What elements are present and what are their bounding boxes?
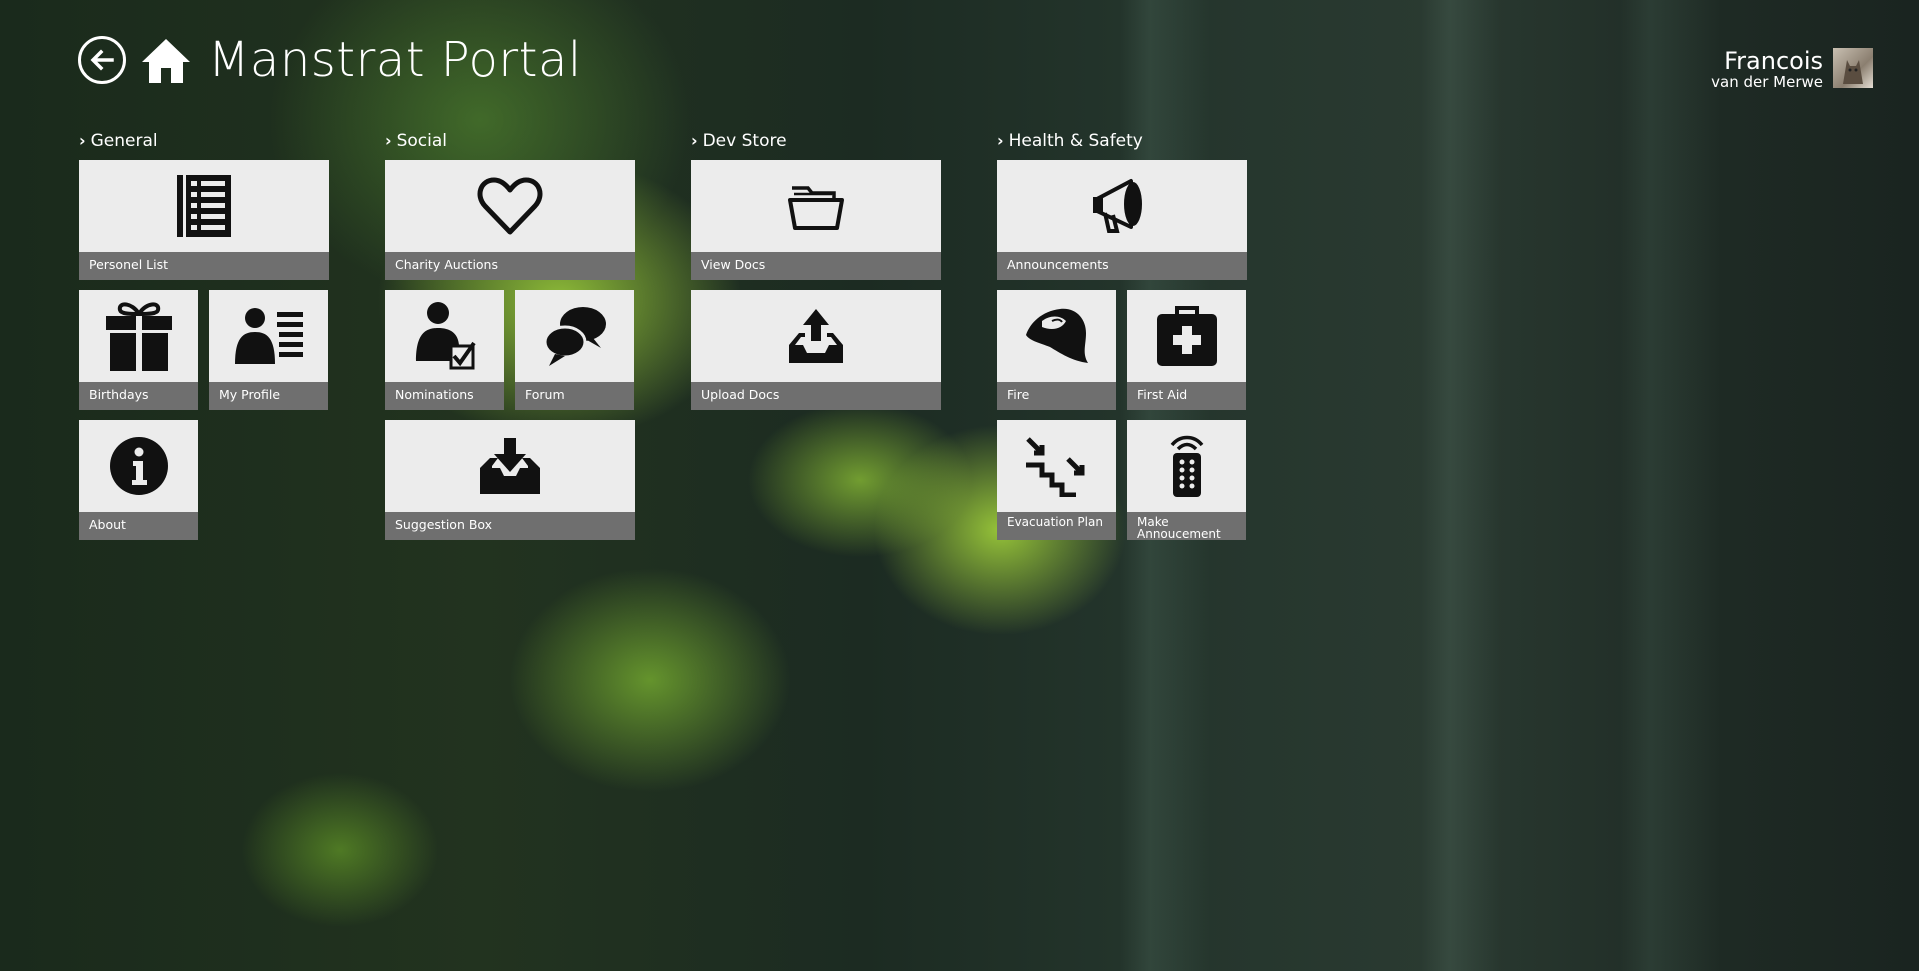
tile-label: Nominations (385, 382, 504, 410)
gift-icon (105, 302, 172, 371)
tile-birthdays[interactable]: Birthdays (79, 290, 198, 410)
tile-evacuation-plan[interactable]: Evacuation Plan (997, 420, 1116, 540)
group-header-general[interactable]: › General (79, 130, 158, 152)
user-check-icon (415, 302, 476, 370)
tile-label: Suggestion Box (385, 512, 635, 540)
info-icon (109, 437, 168, 495)
tile-label: Personel List (79, 252, 329, 280)
tile-upload-docs[interactable]: Upload Docs (691, 290, 941, 410)
tile-label: Upload Docs (691, 382, 941, 410)
group-header-health-safety[interactable]: › Health & Safety (997, 130, 1143, 152)
avatar[interactable] (1833, 48, 1873, 88)
group-title: Health & Safety (1008, 131, 1143, 151)
tile-first-aid[interactable]: First Aid (1127, 290, 1246, 410)
tile-label: Birthdays (79, 382, 198, 410)
heart-icon (477, 177, 543, 235)
user-info[interactable]: Francois van der Merwe (1711, 48, 1873, 91)
folder-icon (788, 186, 844, 230)
chat-bubbles-icon (543, 307, 606, 366)
group-health-safety: › Health & Safety (997, 130, 1143, 161)
upload-icon (789, 309, 843, 363)
tile-about[interactable]: About (79, 420, 198, 540)
group-dev-store: › Dev Store (691, 130, 787, 161)
stairs-exit-icon (1025, 437, 1084, 497)
tile-personel-list[interactable]: Personel List (79, 160, 329, 280)
tile-charity-auctions[interactable]: Charity Auctions (385, 160, 635, 280)
group-title: Social (396, 131, 447, 151)
chevron-right-icon: › (997, 131, 1004, 150)
tile-label: My Profile (209, 382, 328, 410)
back-arrow-icon (90, 49, 114, 71)
group-title: Dev Store (702, 131, 787, 151)
chevron-right-icon: › (385, 131, 392, 150)
app-header: Manstrat Portal (78, 32, 582, 88)
background (0, 0, 1919, 971)
chevron-right-icon: › (79, 131, 86, 150)
tile-fire[interactable]: Fire (997, 290, 1116, 410)
inbox-download-icon (480, 438, 540, 494)
user-first-name: Francois (1724, 47, 1823, 75)
tile-label: First Aid (1127, 382, 1246, 410)
tile-label: About (79, 512, 198, 540)
tile-label: View Docs (691, 252, 941, 280)
tile-nominations[interactable]: Nominations (385, 290, 504, 410)
list-icon (177, 175, 231, 237)
tile-label: Forum (515, 382, 634, 410)
user-last-name: van der Merwe (1711, 73, 1823, 91)
remote-icon (1170, 435, 1203, 497)
back-button[interactable] (78, 36, 126, 84)
tile-label: Announcements (997, 252, 1247, 280)
tile-forum[interactable]: Forum (515, 290, 634, 410)
tile-my-profile[interactable]: My Profile (209, 290, 328, 410)
tile-view-docs[interactable]: View Docs (691, 160, 941, 280)
page-title: Manstrat Portal (208, 32, 582, 88)
group-social: › Social (385, 130, 447, 161)
megaphone-icon (1093, 179, 1142, 233)
profile-icon (234, 308, 303, 364)
home-icon[interactable] (140, 35, 194, 85)
tile-make-annoucement[interactable]: Make Annoucement (1127, 420, 1246, 540)
group-general: › General (79, 130, 158, 161)
chevron-right-icon: › (691, 131, 698, 150)
group-header-dev-store[interactable]: › Dev Store (691, 130, 787, 152)
tile-label: Make Annoucement (1127, 512, 1246, 540)
group-title: General (90, 131, 158, 151)
tile-suggestion-box[interactable]: Suggestion Box (385, 420, 635, 540)
group-header-social[interactable]: › Social (385, 130, 447, 152)
first-aid-icon (1156, 306, 1217, 366)
tile-label: Charity Auctions (385, 252, 635, 280)
tile-announcements[interactable]: Announcements (997, 160, 1247, 280)
fire-helmet-icon (1025, 308, 1088, 363)
tile-label: Evacuation Plan (997, 512, 1116, 540)
tile-label: Fire (997, 382, 1116, 410)
